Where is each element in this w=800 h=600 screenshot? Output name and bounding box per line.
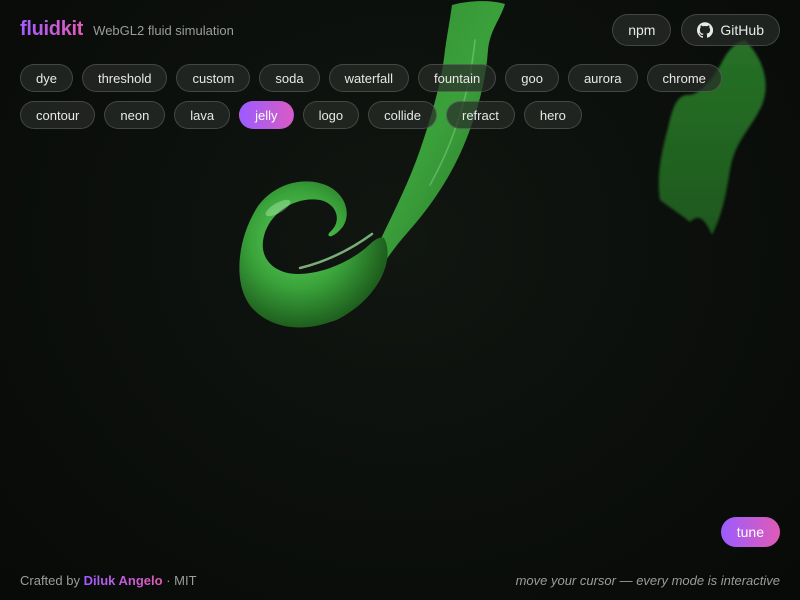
mode-button-label: aurora [583,70,622,86]
mode-button-label: waterfall [344,70,393,86]
mode-button-chrome[interactable]: chrome [646,64,722,92]
github-icon [697,22,714,38]
mode-button-label: contour [36,107,80,123]
mode-button-label: logo [318,107,344,123]
tune-button[interactable]: tune [720,517,780,547]
mode-button-logo[interactable]: logo [302,101,360,129]
mode-button-goo[interactable]: goo [505,64,559,92]
npm-link-label: npm [628,22,656,38]
mode-button-label: neon [120,107,150,123]
mode-button-fountain[interactable]: fountain [417,64,497,92]
github-link[interactable]: GitHub [681,14,780,46]
mode-button-soda[interactable]: soda [259,64,320,92]
mode-button-label: dye [36,70,57,86]
mode-button-dye[interactable]: dye [20,64,73,92]
mode-button-label: fountain [433,70,481,86]
app-tagline: WebGL2 fluid simulation [93,23,234,38]
mode-button-hero[interactable]: hero [523,101,582,129]
mode-button-aurora[interactable]: aurora [567,64,638,92]
mode-button-label: refract [462,107,499,123]
mode-button-collide[interactable]: collide [368,101,437,129]
interaction-hint: move your cursor — every mode is interac… [515,573,780,588]
mode-button-label: chrome [662,70,706,86]
mode-button-label: soda [275,70,304,86]
mode-button-label: goo [521,70,543,86]
mode-button-jelly[interactable]: jelly [239,101,294,129]
mode-button-contour[interactable]: contour [20,101,96,129]
mode-button-neon[interactable]: neon [104,101,166,129]
mode-button-label: custom [192,70,235,86]
mode-button-label: hero [539,107,566,123]
mode-selector: dye threshold custom soda waterfall fountain g… [20,64,740,129]
mode-button-lava[interactable]: lava [174,101,231,129]
crafted-by-text: Crafted by [20,573,80,588]
app-root: fluidkit WebGL2 fluid simulation npm Git… [0,0,800,600]
top-links: npm GitHub [612,14,780,46]
footer-separator: · [166,573,171,588]
mode-button-refract[interactable]: refract [446,101,515,129]
mode-button-label: threshold [97,70,152,86]
mode-button-waterfall[interactable]: waterfall [328,64,409,92]
footer-credits: Crafted by Diluk Angelo · MIT [20,573,197,588]
npm-link[interactable]: npm [612,14,672,46]
tune-button-label: tune [736,524,764,540]
mode-button-custom[interactable]: custom [176,64,251,92]
license-text: MIT [174,573,197,588]
mode-button-label: collide [384,107,421,123]
github-link-label: GitHub [720,22,764,38]
mode-button-label: jelly [255,107,278,123]
brand-header: fluidkit WebGL2 fluid simulation [20,18,234,41]
mode-button-label: lava [190,107,215,123]
author-link[interactable]: Diluk Angelo [84,573,163,588]
mode-button-threshold[interactable]: threshold [81,64,168,92]
app-logo[interactable]: fluidkit [20,18,83,41]
fluid-blob [239,181,388,328]
